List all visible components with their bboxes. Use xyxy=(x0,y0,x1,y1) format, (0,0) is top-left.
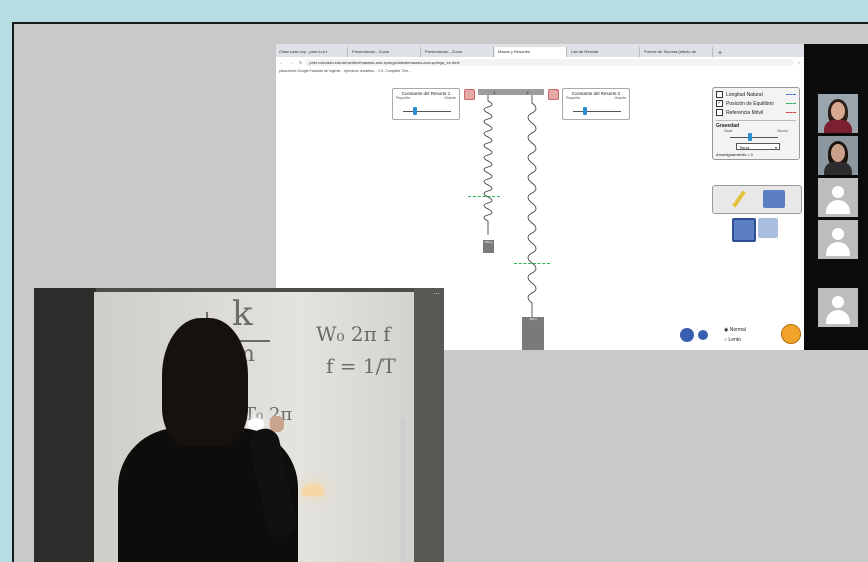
browser-tab[interactable]: Puente de Tacoma (efecto de xyxy=(641,47,713,57)
participant-video-2[interactable] xyxy=(818,136,858,175)
spring2-constant-control: Constante del Resorte 2 Pequeña Grande xyxy=(562,88,630,120)
equilibrium-line-2 xyxy=(514,263,550,264)
spring-2 xyxy=(527,95,537,317)
teacher-camera-video[interactable]: k m W₀ 2π f f = 1/T T₀ 2π ⋯ xyxy=(34,288,444,562)
spring1-number: 1 xyxy=(493,89,496,95)
back-icon[interactable]: ← xyxy=(279,60,283,65)
whiteboard-formula-omega: W₀ 2π f xyxy=(316,322,391,346)
natural-length-line-icon xyxy=(786,94,796,95)
forward-icon[interactable]: → xyxy=(289,60,293,65)
speed-slow-radio[interactable]: ○ Lento xyxy=(724,337,741,343)
stopwatch-icon[interactable] xyxy=(763,190,785,208)
spring2-stop-button[interactable] xyxy=(548,89,559,100)
step-forward-button[interactable] xyxy=(698,330,708,340)
moving-reference-line-icon xyxy=(786,112,796,113)
spring-1 xyxy=(483,95,493,235)
participant-avatar-1[interactable] xyxy=(818,178,858,217)
view-mode-lab-icon[interactable] xyxy=(732,218,756,242)
spring2-slider-thumb[interactable] xyxy=(583,107,587,115)
address-bar: ← → ↻ phet.colorado.edu/sims/html/masses… xyxy=(276,57,804,67)
star-icon[interactable]: ☆ xyxy=(797,60,801,65)
spring2-max-label: Grande xyxy=(614,96,626,100)
tools-panel xyxy=(712,185,802,214)
participant-video-1[interactable] xyxy=(818,94,858,133)
avatar-icon xyxy=(832,186,844,198)
spring2-number: 2 xyxy=(526,89,529,95)
url-field[interactable]: phet.colorado.edu/sims/html/masses-and-s… xyxy=(305,58,795,66)
play-pause-button[interactable] xyxy=(680,328,694,342)
option-natural-length[interactable]: Longitud Natural xyxy=(716,90,796,99)
reload-icon[interactable]: ↻ xyxy=(299,60,302,65)
speed-normal-radio[interactable]: ◉ Normal xyxy=(724,327,746,333)
natural-length-checkbox[interactable] xyxy=(716,91,723,98)
whiteboard-formula-k: k xyxy=(232,294,253,334)
gravity-slider-track[interactable] xyxy=(730,137,778,138)
avatar-icon xyxy=(832,296,844,308)
planet-dropdown[interactable]: Tierra ▾ xyxy=(736,143,780,150)
equilibrium-line-icon xyxy=(786,103,796,104)
participant-avatar-2[interactable] xyxy=(818,220,858,259)
mass-100g[interactable]: 100 g xyxy=(483,240,494,253)
spring2-min-label: Pequeña xyxy=(566,96,581,100)
gravity-slider-thumb[interactable] xyxy=(748,133,752,141)
new-tab-button[interactable]: + xyxy=(714,50,726,57)
spring1-slider-thumb[interactable] xyxy=(413,107,417,115)
browser-tab[interactable]: Presentación - Zoom xyxy=(422,47,494,57)
spring1-constant-control: Constante del Resorte 1 Pequeña Grande xyxy=(392,88,460,120)
spring1-min-label: Pequeña xyxy=(396,96,411,100)
moving-reference-checkbox[interactable] xyxy=(716,109,723,116)
participant-avatar-3[interactable] xyxy=(818,288,858,327)
browser-tab[interactable]: Clase para hoy - pam.tu.b.t xyxy=(276,47,348,57)
spring1-slider-track[interactable] xyxy=(403,111,451,112)
avatar-icon xyxy=(832,228,844,240)
options-panel: Longitud Natural ✓ Posición de Equilibri… xyxy=(712,87,800,160)
spring1-stop-button[interactable] xyxy=(464,89,475,100)
option-equilibrium[interactable]: ✓ Posición de Equilibrio xyxy=(716,99,796,108)
chevron-down-icon: ▾ xyxy=(774,145,777,150)
mass-250g[interactable]: 250 g xyxy=(522,317,544,350)
browser-tab-bar: Clase para hoy - pam.tu.b.t Presentación… xyxy=(276,44,804,57)
browser-tab-active[interactable]: Masas y Resortes xyxy=(495,47,567,57)
view-mode-intro-icon[interactable] xyxy=(758,218,778,238)
spring1-max-label: Grande xyxy=(444,96,456,100)
participant-gallery xyxy=(804,44,868,350)
ruler-icon[interactable] xyxy=(731,190,747,208)
spring2-slider-track[interactable] xyxy=(573,111,621,112)
whiteboard-formula-frequency: f = 1/T xyxy=(326,354,396,378)
equilibrium-line-1 xyxy=(468,196,500,197)
browser-tab[interactable]: Presentación - Zoom xyxy=(349,47,421,57)
video-options-icon[interactable]: ⋯ xyxy=(433,290,440,298)
reset-all-button[interactable] xyxy=(781,324,801,344)
equilibrium-checkbox[interactable]: ✓ xyxy=(716,100,723,107)
option-moving-reference[interactable]: Referencia Móvil xyxy=(716,108,796,117)
browser-tab[interactable]: Lab de Resorte xyxy=(568,47,640,57)
damping-label: Amortiguamiento = 0 xyxy=(716,152,754,157)
